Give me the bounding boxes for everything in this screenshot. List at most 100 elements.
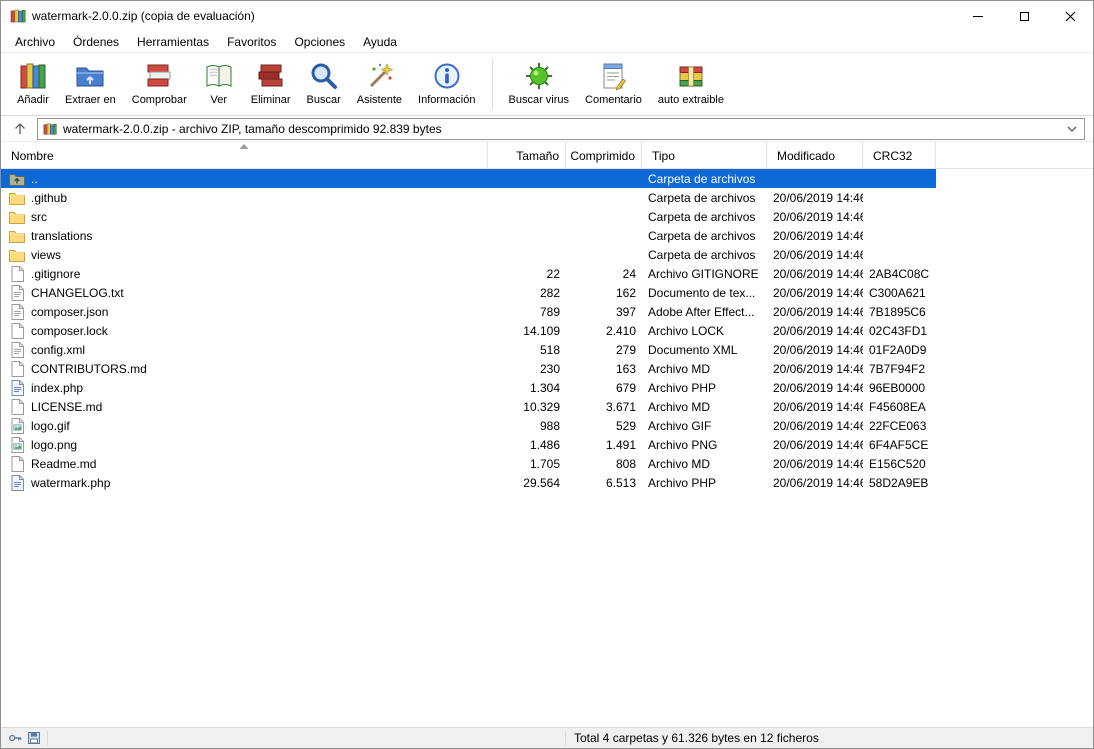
file-modified-cell: 20/06/2019 14:46 — [767, 191, 863, 205]
toolbar-button-view[interactable]: Ver — [195, 56, 243, 108]
file-packed-cell: 2.410 — [566, 324, 642, 338]
column-header-modificado[interactable]: Modificado — [767, 142, 863, 168]
table-row[interactable]: watermark.php29.5646.513Archivo PHP20/06… — [1, 473, 936, 492]
archive-path-combo[interactable]: watermark-2.0.0.zip - archivo ZIP, tamañ… — [37, 118, 1085, 140]
file-icon — [9, 361, 25, 377]
file-packed-cell: 529 — [566, 419, 642, 433]
table-row[interactable]: logo.png1.4861.491Archivo PNG20/06/2019 … — [1, 435, 936, 454]
toolbar-button-virus-scan[interactable]: Buscar virus — [501, 56, 578, 108]
table-row[interactable]: .gitignore2224Archivo GITIGNORE20/06/201… — [1, 264, 936, 283]
toolbar-button-label: auto extraible — [658, 94, 724, 106]
table-row[interactable]: index.php1.304679Archivo PHP20/06/2019 1… — [1, 378, 936, 397]
toolbar-button-delete[interactable]: Eliminar — [243, 56, 299, 108]
encryption-key-icon[interactable] — [8, 731, 22, 745]
menu-ayuda[interactable]: Ayuda — [354, 32, 406, 52]
file-name-cell: logo.gif — [1, 418, 488, 434]
column-header-nombre[interactable]: Nombre — [1, 142, 488, 168]
file-packed-cell: 24 — [566, 267, 642, 281]
maximize-button[interactable] — [1001, 1, 1047, 31]
file-size-cell: 22 — [488, 267, 566, 281]
combo-dropdown-button[interactable] — [1065, 126, 1079, 132]
menu-archivo[interactable]: Archivo — [6, 32, 64, 52]
menu-herramientas[interactable]: Herramientas — [128, 32, 218, 52]
table-row[interactable]: composer.lock14.1092.410Archivo LOCK20/0… — [1, 321, 936, 340]
column-header-crc32[interactable]: CRC32 — [863, 142, 936, 168]
toolbar-button-test[interactable]: Comprobar — [124, 56, 195, 108]
search-icon — [308, 59, 340, 93]
toolbar-button-label: Añadir — [17, 94, 49, 106]
file-name-cell: CONTRIBUTORS.md — [1, 361, 488, 377]
file-crc-cell: 02C43FD1 — [863, 324, 936, 338]
address-bar: watermark-2.0.0.zip - archivo ZIP, tamañ… — [1, 116, 1093, 142]
table-row[interactable]: config.xml518279Documento XML20/06/2019 … — [1, 340, 936, 359]
close-icon — [1065, 11, 1076, 22]
file-modified-cell: 20/06/2019 14:46 — [767, 324, 863, 338]
code-file-icon — [9, 475, 25, 491]
folder-up-icon — [9, 172, 25, 186]
table-row[interactable]: ..Carpeta de archivos — [1, 169, 936, 188]
toolbar-button-info[interactable]: Información — [410, 56, 483, 108]
file-modified-cell: 20/06/2019 14:46 — [767, 457, 863, 471]
table-row[interactable]: viewsCarpeta de archivos20/06/2019 14:46 — [1, 245, 936, 264]
file-name: src — [31, 210, 47, 224]
table-row[interactable]: Readme.md1.705808Archivo MD20/06/2019 14… — [1, 454, 936, 473]
toolbar-button-sfx[interactable]: auto extraible — [650, 56, 732, 108]
table-row[interactable]: logo.gif988529Archivo GIF20/06/2019 14:4… — [1, 416, 936, 435]
disk-icon[interactable] — [27, 731, 41, 745]
table-row[interactable]: composer.json789397Adobe After Effect...… — [1, 302, 936, 321]
toolbar-button-label: Buscar — [307, 94, 341, 106]
wizard-icon — [363, 59, 395, 93]
table-row[interactable]: srcCarpeta de archivos20/06/2019 14:46 — [1, 207, 936, 226]
file-name-cell: composer.lock — [1, 323, 488, 339]
file-size-cell: 282 — [488, 286, 566, 300]
text-file-icon — [9, 342, 25, 358]
column-header-comprimido[interactable]: Comprimido — [566, 142, 642, 168]
toolbar-button-comment[interactable]: Comentario — [577, 56, 650, 108]
file-type-cell: Archivo PHP — [642, 381, 767, 395]
chevron-down-icon — [1067, 126, 1077, 132]
file-size-cell: 988 — [488, 419, 566, 433]
minimize-icon — [973, 16, 983, 17]
file-packed-cell: 279 — [566, 343, 642, 357]
file-type-cell: Adobe After Effect... — [642, 305, 767, 319]
menu-opciones[interactable]: Opciones — [285, 32, 354, 52]
menu-ordenes[interactable]: Órdenes — [64, 32, 128, 52]
folder-icon — [9, 248, 25, 262]
test-archive-icon — [143, 59, 175, 93]
file-name-cell: logo.png — [1, 437, 488, 453]
file-size-cell: 1.486 — [488, 438, 566, 452]
toolbar-button-label: Eliminar — [251, 94, 291, 106]
file-modified-cell: 20/06/2019 14:46 — [767, 438, 863, 452]
toolbar-button-extract[interactable]: Extraer en — [57, 56, 124, 108]
file-list: ..Carpeta de archivos.githubCarpeta de a… — [1, 169, 936, 492]
sfx-icon — [675, 59, 707, 93]
toolbar-button-add[interactable]: Añadir — [9, 56, 57, 108]
file-icon — [9, 399, 25, 415]
file-crc-cell: 7B7F94F2 — [863, 362, 936, 376]
file-size-cell: 518 — [488, 343, 566, 357]
file-icon — [9, 456, 25, 472]
toolbar-button-wizard[interactable]: Asistente — [349, 56, 410, 108]
file-name: watermark.php — [31, 476, 110, 490]
close-button[interactable] — [1047, 1, 1093, 31]
file-modified-cell: 20/06/2019 14:46 — [767, 248, 863, 262]
table-row[interactable]: CONTRIBUTORS.md230163Archivo MD20/06/201… — [1, 359, 936, 378]
minimize-button[interactable] — [955, 1, 1001, 31]
file-name-cell: .github — [1, 191, 488, 205]
menu-favoritos[interactable]: Favoritos — [218, 32, 285, 52]
up-directory-button[interactable] — [7, 119, 33, 139]
toolbar-button-search[interactable]: Buscar — [299, 56, 349, 108]
toolbar: Añadir Extraer en Comprobar — [1, 53, 1093, 116]
file-size-cell: 1.304 — [488, 381, 566, 395]
file-name: composer.json — [31, 305, 108, 319]
table-row[interactable]: translationsCarpeta de archivos20/06/201… — [1, 226, 936, 245]
winrar-app-icon — [10, 8, 26, 24]
file-name: views — [31, 248, 61, 262]
table-row[interactable]: LICENSE.md10.3293.671Archivo MD20/06/201… — [1, 397, 936, 416]
table-row[interactable]: .githubCarpeta de archivos20/06/2019 14:… — [1, 188, 936, 207]
table-row[interactable]: CHANGELOG.txt282162Documento de tex...20… — [1, 283, 936, 302]
column-header-tipo[interactable]: Tipo — [642, 142, 767, 168]
column-header-tamano[interactable]: Tamaño — [488, 142, 566, 168]
delete-icon — [255, 59, 287, 93]
file-packed-cell: 3.671 — [566, 400, 642, 414]
